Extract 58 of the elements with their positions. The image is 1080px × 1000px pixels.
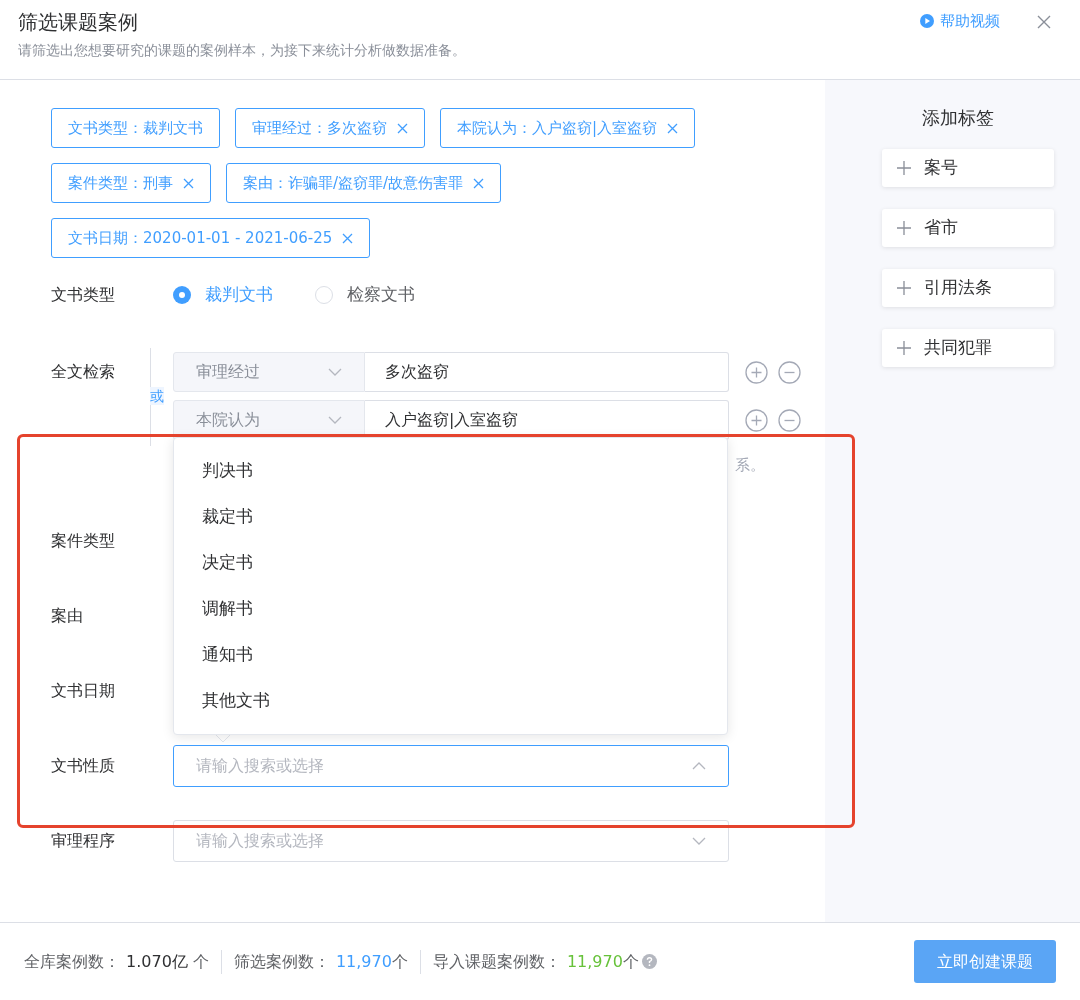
stat-label: 筛选案例数： <box>233 950 330 973</box>
form-label: 案件类型 <box>51 530 116 552</box>
form-label: 文书类型 <box>51 284 116 306</box>
remove-tag-icon[interactable] <box>183 177 194 189</box>
add-tag-button[interactable]: 省市 <box>881 209 1054 247</box>
remove-tag-icon[interactable] <box>473 177 485 189</box>
caret-down-icon <box>692 837 706 845</box>
play-icon <box>920 14 934 29</box>
stat-value: 11,970 <box>335 950 392 973</box>
dropdown-option[interactable]: 判决书 <box>174 448 727 494</box>
add-condition-button[interactable] <box>745 360 768 384</box>
stat-unit: 个 <box>391 950 408 973</box>
form-label: 文书性质 <box>51 755 116 777</box>
stat-label: 全库案例数： <box>24 950 120 973</box>
plus-icon <box>895 160 912 176</box>
remove-condition-button[interactable] <box>778 360 801 384</box>
dropdown-option[interactable]: 裁定书 <box>174 494 727 540</box>
plus-icon <box>895 220 912 236</box>
form-label: 全文检索 <box>51 361 116 383</box>
caret-down-icon <box>328 416 342 424</box>
filter-tag: 案件类型：刑事 <box>51 163 211 203</box>
dropdown-option[interactable]: 通知书 <box>174 632 727 678</box>
dialog-title: 筛选课题案例 <box>18 9 139 36</box>
add-tag-button[interactable]: 案号 <box>881 149 1054 187</box>
filter-tag: 本院认为：入户盗窃|入室盗窃 <box>440 108 696 148</box>
remove-tag-icon[interactable] <box>342 232 354 244</box>
form-label: 审理程序 <box>51 830 116 852</box>
add-condition-button[interactable] <box>745 408 768 432</box>
plus-icon <box>895 340 912 356</box>
dropdown-option[interactable]: 决定书 <box>174 540 727 586</box>
form-label: 案由 <box>51 605 84 627</box>
stat-value: 1.070亿 <box>126 950 188 973</box>
dialog-subtitle: 请筛选出您想要研究的课题的案例样本，为接下来统计分析做数据准备。 <box>18 41 466 60</box>
stat-label: 导入课题案例数： <box>432 950 561 973</box>
add-tag-button[interactable]: 共同犯罪 <box>881 329 1054 367</box>
filter-tag: 文书类型：裁判文书 <box>51 108 220 148</box>
filter-tag: 审理经过：多次盗窃 <box>235 108 425 148</box>
add-tag-button[interactable]: 引用法条 <box>881 269 1054 307</box>
help-icon[interactable] <box>641 954 657 969</box>
dropdown-option[interactable]: 其他文书 <box>174 678 727 724</box>
form-label: 文书日期 <box>51 680 116 702</box>
stat-unit: 个 <box>622 950 639 973</box>
stat-unit: 个 <box>191 950 209 973</box>
remove-tag-icon[interactable] <box>397 122 408 134</box>
sidebar-title: 添加标签 <box>921 106 994 130</box>
caret-up-icon <box>692 762 706 770</box>
stat-value: 11,970 <box>566 950 623 973</box>
or-connector: 或 <box>150 387 164 405</box>
condition-value-field[interactable]: 多次盗窃 <box>365 352 729 392</box>
plus-icon <box>895 280 912 296</box>
filter-tag: 案由：诈骗罪/盗窃罪/故意伤害罪 <box>226 163 502 203</box>
remove-condition-button[interactable] <box>778 408 801 432</box>
filter-tag: 文书日期：2020-01-01 - 2021-06-25 <box>51 218 371 258</box>
caret-down-icon <box>328 368 342 376</box>
hint-text: 系。 <box>735 455 765 476</box>
dropdown-option[interactable]: 调解书 <box>174 586 727 632</box>
radio-option[interactable]: 检察文书 <box>315 282 415 308</box>
remove-tag-icon[interactable] <box>667 122 679 134</box>
